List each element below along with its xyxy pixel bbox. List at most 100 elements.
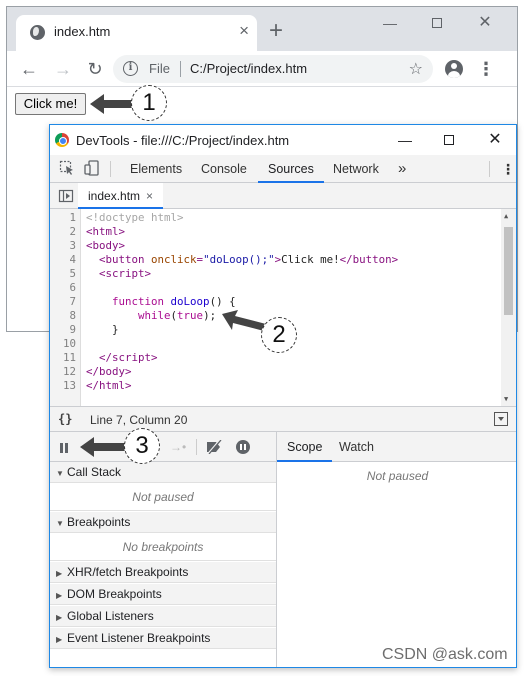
click-me-button[interactable]: Click me! [15,93,86,115]
browser-tab[interactable]: index.htm × [16,15,257,51]
tab-elements[interactable]: Elements [120,155,192,183]
info-icon[interactable]: i [123,61,138,76]
global-listeners-header[interactable]: ▶ Global Listeners [50,606,276,627]
line-number: 11 [50,351,78,365]
deactivate-breakpoints-icon[interactable] [205,440,223,454]
code-text: function doLoop() { [112,295,236,308]
tab-sources[interactable]: Sources [258,155,324,183]
code-text: </html> [86,379,132,392]
code-line: 6 [50,281,500,295]
more-tabs-button[interactable]: » [388,155,416,183]
section-label: DOM Breakpoints [67,587,162,601]
section-label: Event Listener Breakpoints [67,631,211,645]
devtools-title: DevTools - file:///C:/Project/index.htm [76,133,290,148]
line-number: 8 [50,309,78,323]
line-number: 7 [50,295,78,309]
devtools-menu-icon[interactable]: ⋮ [491,155,516,183]
expanded-triangle-icon: ▼ [56,519,64,528]
code-text: <body> [86,239,126,252]
line-number: 13 [50,379,78,393]
xhr-breakpoints-header[interactable]: ▶ XHR/fetch Breakpoints [50,562,276,583]
code-editor[interactable]: 1 <!doctype html> 2 <html> 3 <body> 4 <butt… [50,209,516,406]
code-text: <html> [86,225,126,238]
arrow-icon [90,94,134,114]
toolbar-separator [110,161,111,177]
toolbar-separator [489,161,490,177]
section-label: XHR/fetch Breakpoints [67,565,189,579]
code-line: 11 </script> [50,351,500,365]
maximize-icon [444,135,454,145]
call-stack-header[interactable]: ▼ Call Stack [50,462,276,483]
toggle-drawer-icon[interactable] [494,412,508,426]
maximize-icon [432,18,442,28]
toggle-navigator-icon[interactable] [58,188,74,204]
bookmark-star-icon[interactable]: ☆ [409,59,423,79]
pretty-print-icon[interactable]: {} [58,412,72,426]
tab-console[interactable]: Console [191,155,257,183]
file-tab-index[interactable]: index.htm × [78,183,164,209]
browser-menu-icon[interactable]: ⋮ [477,57,495,81]
pause-script-icon[interactable] [59,443,69,453]
devtools-maximize-button[interactable] [438,129,460,151]
devtools-minimize-button[interactable]: — [394,129,416,151]
collapsed-triangle-icon: ▶ [56,569,63,578]
reload-button[interactable]: ↻ [83,57,107,81]
code-line: 2 <html> [50,225,500,239]
device-toolbar-icon[interactable] [84,160,100,176]
tab-title: index.htm [54,24,111,39]
line-number: 12 [50,365,78,379]
scope-tabbar: Scope Watch [277,432,516,462]
section-label: Call Stack [67,465,122,479]
code-line: 4 <button onclick="doLoop();">Click me!<… [50,253,500,267]
code-text: <!doctype html> [86,211,184,224]
event-listener-breakpoints-header[interactable]: ▶ Event Listener Breakpoints [50,628,276,649]
line-number: 5 [50,267,78,281]
line-number: 6 [50,281,78,295]
pause-on-exceptions-icon[interactable] [236,440,250,454]
line-number: 2 [50,225,78,239]
scroll-down-icon[interactable]: ▼ [504,395,508,403]
step-icon[interactable]: →• [170,439,186,455]
url-text[interactable]: C:/Project/index.htm [190,61,307,76]
file-tab-label: index.htm [88,189,141,203]
close-window-button[interactable]: ✕ [473,13,497,33]
line-number: 1 [50,211,78,225]
devtools-close-button[interactable]: ✕ [484,129,506,151]
scrollbar-thumb[interactable] [504,227,513,315]
maximize-button[interactable] [425,13,449,33]
editor-scrollbar[interactable]: ▲ ▼ [501,209,516,406]
editor-statusbar: {} Line 7, Column 20 [50,406,516,432]
dom-breakpoints-header[interactable]: ▶ DOM Breakpoints [50,584,276,605]
browser-toolbar: ← → ↻ i File C:/Project/index.htm ☆ ⋮ [7,51,517,87]
profile-avatar-icon[interactable] [445,60,463,78]
line-number: 9 [50,323,78,337]
scroll-up-icon[interactable]: ▲ [504,212,508,220]
code-text: } [112,323,119,336]
code-text: </script> [99,351,158,364]
arrow-icon [80,437,126,457]
close-tab-icon[interactable]: × [239,21,249,41]
minimize-button[interactable]: — [378,13,402,33]
close-file-icon[interactable]: × [146,189,153,203]
callout-2: 2 [261,317,297,353]
code-text: <script> [99,267,152,280]
breakpoints-header[interactable]: ▼ Breakpoints [50,512,276,533]
globe-icon [30,25,45,40]
section-label: Breakpoints [67,515,131,529]
cursor-position: Line 7, Column 20 [90,413,188,427]
tab-network[interactable]: Network [323,155,389,183]
tab-scope[interactable]: Scope [277,432,333,462]
collapsed-triangle-icon: ▶ [56,635,63,644]
watermark: CSDN @ask.com [382,646,508,663]
back-button[interactable]: ← [17,57,41,81]
debugger-sidebar: →• ▼ Call Stack Not paused ▼ Breakpoints N… [50,432,277,667]
tab-strip: index.htm × + — ✕ [7,7,517,51]
tab-watch[interactable]: Watch [329,432,384,462]
code-line: 13 </html> [50,379,500,393]
new-tab-button[interactable]: + [269,19,283,43]
address-bar[interactable]: i File C:/Project/index.htm ☆ [113,55,433,83]
code-text: while(true); [138,309,217,322]
section-label: Global Listeners [67,609,154,623]
inspect-element-icon[interactable] [59,160,75,176]
forward-button[interactable]: → [51,57,75,81]
